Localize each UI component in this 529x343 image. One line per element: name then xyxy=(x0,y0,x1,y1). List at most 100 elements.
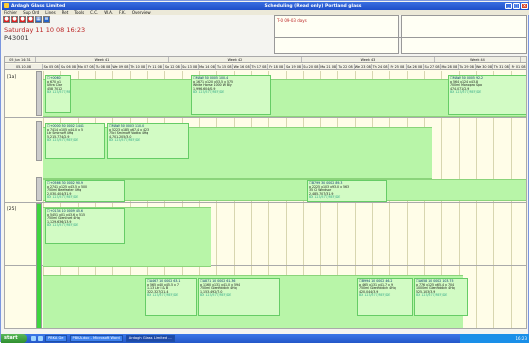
day-label: Mo 07 08 xyxy=(77,64,95,69)
taskbar-item[interactable]: PBKA Ge xyxy=(45,335,67,342)
job-line: BX 123/577/REF/DE xyxy=(200,293,232,298)
corner-label: 05 Jun 14:31 xyxy=(5,57,36,62)
day-label: Tu 08 08 xyxy=(95,64,113,69)
row-label: [25] xyxy=(7,207,17,212)
schedule-grid: 05 Jun 14:31 Week 41 Week 42 Week 43 Week 44… xyxy=(4,56,527,329)
menu-item[interactable]: C.C. xyxy=(90,10,98,15)
job-card[interactable]: ☐+0566 30 0002 90.9 a 2741 x125 x43.5 x 5… xyxy=(45,180,125,202)
job-line: BX 123/577/REF/DE xyxy=(359,293,391,298)
app-icon xyxy=(4,3,9,8)
job-card[interactable]: ☐B799 30 0002 89.3 a 2225 x103 x93.0 x 56… xyxy=(307,180,387,202)
close-icon[interactable]: × xyxy=(521,3,528,9)
job-card[interactable]: ☐+0000 50 0002 1441 a 7414 x105 x44.0 x 5… xyxy=(45,123,105,159)
job-card[interactable]: ☐MAW 50 0005 92.2 a 564 x124 x43.8 700ml M… xyxy=(448,75,526,115)
title-bar: Ardagh Glass Limited Scheduling (Read on… xyxy=(2,2,529,10)
day-label: Tu 15 08 xyxy=(217,64,234,69)
stop-icon[interactable]: ● xyxy=(3,16,10,23)
day-label: Mo 28 08 xyxy=(441,64,459,69)
job-line: BX 123/577/REF/DE xyxy=(147,293,179,298)
day-label: Sa 05 08 xyxy=(43,64,61,69)
job-card[interactable]: ☐A871 10 0002 61.36 a 1160 x131 x41.0 x 5… xyxy=(198,278,280,316)
day-label: Su 27 08 xyxy=(424,64,442,69)
info-divider xyxy=(274,37,527,38)
maximize-icon[interactable]: □ xyxy=(513,3,520,9)
stop-icon[interactable]: ● xyxy=(19,16,26,23)
job-card[interactable]: ☐B994 10 0002 46.2 a 465 x131 x41.7 x 9 75… xyxy=(357,278,413,316)
day-label: Su 13 08 xyxy=(182,64,199,69)
job-line: BX 123/577/REF/DE xyxy=(450,90,482,95)
day-label: Fr 01 08 xyxy=(510,64,526,69)
plant-reference: P43001 xyxy=(4,34,29,42)
stop-icon[interactable]: ● xyxy=(11,16,18,23)
day-label: We 16 08 xyxy=(233,64,251,69)
quick-launch-icon[interactable] xyxy=(38,336,43,341)
menu-item[interactable]: F.K. xyxy=(119,10,126,15)
day-label: Tu 29 08 xyxy=(459,64,476,69)
week-header: 05 Jun 14:31 Week 41 Week 42 Week 43 Week 44 xyxy=(5,57,526,63)
menu-item[interactable]: Ret xyxy=(62,10,69,15)
job-card[interactable]: ☐MAW 50 0005 100.4 a 1671 x120 x53.5 x 57… xyxy=(191,75,271,115)
day-label: Th 17 08 xyxy=(251,64,269,69)
week-label: Week 41 xyxy=(36,57,169,62)
stop-icon[interactable]: ● xyxy=(27,16,34,23)
job-card[interactable]: ☐A658 10 0002 103.75 a 776 x125 x65.4 x 7… xyxy=(414,278,468,316)
info-panel: T-0 09-03 days xyxy=(274,15,399,54)
list-icon[interactable]: ≡ xyxy=(43,16,50,23)
day-label: We 09 08 xyxy=(112,64,130,69)
row-divider xyxy=(5,117,526,118)
taskbar-item-active[interactable]: Ardagh Glass Limited ... xyxy=(125,335,175,342)
day-label: Su 20 08 xyxy=(303,64,320,69)
toolbar: ● ● ● ● ▦ ≡ xyxy=(3,16,51,24)
grid-icon[interactable]: ▦ xyxy=(35,16,42,23)
day-label: Th 10 08 xyxy=(130,64,147,69)
menu-item[interactable]: W.A. xyxy=(104,10,113,15)
week-label: Week 43 xyxy=(302,57,435,62)
day-label: Tu 22 08 xyxy=(338,64,355,69)
job-line: BX 123/577/REF/DE xyxy=(309,195,341,200)
day-label: Mo 14 08 xyxy=(199,64,217,69)
day-label: Sa 19 08 xyxy=(286,64,303,69)
row-divider xyxy=(5,202,526,203)
lane-marker xyxy=(36,121,42,161)
job-card[interactable]: ☐A467 10 0002 63.1 a 565 x40 x45.5 x 7 1.1… xyxy=(145,278,197,316)
job-card[interactable]: ☐+0060 a 670 x1 Ultra Clar 458 7012 BX 123/5… xyxy=(45,75,71,113)
job-line: BX 123/577/REF/DE xyxy=(47,195,79,200)
taskbar-item[interactable]: PBKA.doc - Microsoft Word xyxy=(69,335,123,342)
day-label: We 23 08 xyxy=(354,64,372,69)
info-text: T-0 09-03 days xyxy=(277,18,307,23)
job-line: BX 123/577/REF/DE xyxy=(47,223,79,228)
day-label: Su 06 08 xyxy=(60,64,78,69)
app-title: Ardagh Glass Limited xyxy=(11,3,66,9)
lane-marker xyxy=(36,71,42,116)
menu-item[interactable]: Fichier xyxy=(4,10,17,15)
job-card[interactable]: ☐MAW 50 0003 110.0 a 5223 x185 x67.4 x 42… xyxy=(107,123,189,159)
day-label: 05.10.08 xyxy=(5,64,43,69)
week-label: Week 42 xyxy=(169,57,302,62)
job-line: BX 123/577/REF/DE xyxy=(47,138,79,143)
day-header: 05.10.08 Sa 05 08 Su 06 08 Mo 07 08 Tu 08 08… xyxy=(5,64,526,70)
week-label: Week 44 xyxy=(435,57,521,62)
menu-item[interactable]: Tools xyxy=(74,10,84,15)
job-line: BX 123/577/REF/DE xyxy=(109,138,141,143)
lane-marker-active xyxy=(36,203,42,328)
menu-item[interactable]: Sup Ord xyxy=(23,10,39,15)
menu-item[interactable]: Overview xyxy=(132,10,151,15)
day-label: Fr 25 08 xyxy=(389,64,407,69)
day-label: Th 24 08 xyxy=(372,64,390,69)
day-label: Th 31 08 xyxy=(493,64,511,69)
app-window: Ardagh Glass Limited Scheduling (Read on… xyxy=(0,0,529,343)
job-line: BX 123/577/REF/DE xyxy=(416,293,448,298)
current-date: Saturday 11 10 08 16:23 xyxy=(4,26,86,34)
job-line: BX 123/577/REF/DE xyxy=(47,90,71,95)
window-title: Scheduling (Read only) Portland glass xyxy=(264,3,362,9)
day-label: Fr 18 08 xyxy=(268,64,286,69)
menu-item[interactable]: Lines xyxy=(45,10,55,15)
info-panel-secondary xyxy=(401,15,527,54)
day-label: Sa 12 08 xyxy=(164,64,182,69)
minimize-icon[interactable]: _ xyxy=(505,3,512,9)
quick-launch-icon[interactable] xyxy=(31,336,36,341)
job-card[interactable]: ☐+0134 10 0009 45.6 a 5451 x01 x43.6 x 51… xyxy=(45,208,125,244)
row-label: [1a] xyxy=(7,75,17,80)
day-label: Sa 26 08 xyxy=(407,64,424,69)
day-label: Fr 11 08 xyxy=(147,64,165,69)
